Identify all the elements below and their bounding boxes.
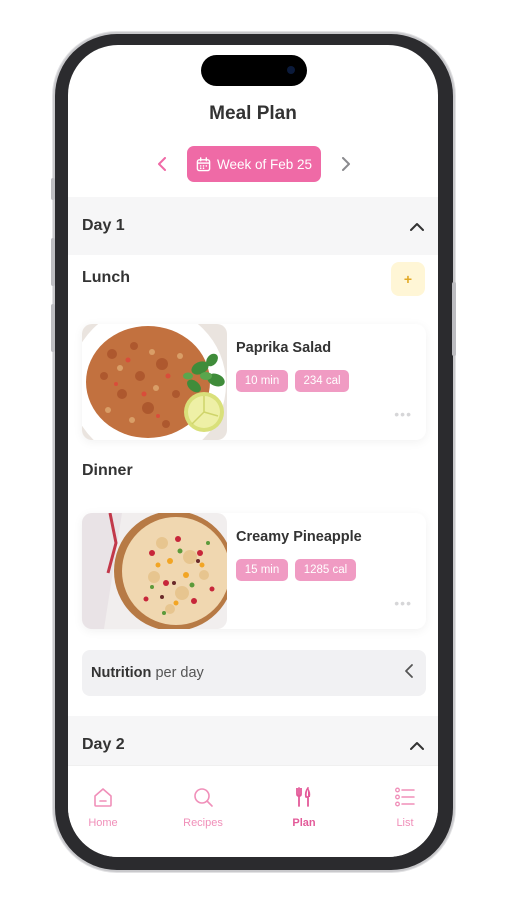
mute-switch <box>51 178 55 200</box>
previous-week-button[interactable] <box>152 154 172 174</box>
meal-type-dinner: Dinner <box>82 462 133 479</box>
meal-name: Paprika Salad <box>236 340 332 356</box>
list-icon <box>395 787 415 807</box>
home-icon <box>94 788 112 807</box>
tab-label: List <box>396 817 414 829</box>
tab-label: Home <box>88 817 118 829</box>
utensils-icon <box>296 787 311 807</box>
app-screen: Meal Plan Week of Feb 25 Day 1 Lunch + P… <box>68 45 438 857</box>
day-title: Day 1 <box>82 217 125 234</box>
meal-image <box>82 324 227 440</box>
chevron-up-icon[interactable] <box>410 222 424 231</box>
chevron-left-icon <box>405 664 413 678</box>
day-title: Day 2 <box>82 736 125 753</box>
add-lunch-button[interactable]: + <box>391 262 425 296</box>
next-week-button[interactable] <box>336 154 356 174</box>
prep-time-badge: 10 min <box>236 370 288 392</box>
week-label: Week of Feb 25 <box>216 156 313 172</box>
calendar-icon <box>196 156 211 171</box>
tab-home[interactable]: Home <box>68 786 138 829</box>
tab-recipes[interactable]: Recipes <box>168 786 238 829</box>
search-icon <box>194 788 213 807</box>
tab-label: Recipes <box>183 817 223 829</box>
chevron-up-icon[interactable] <box>410 741 424 750</box>
meal-name: Creamy Pineapple <box>236 529 362 545</box>
volume-up-button <box>51 238 55 286</box>
bottom-tab-bar: Home Recipes Plan List <box>68 765 438 857</box>
page-title: Meal Plan <box>209 103 297 124</box>
prep-time-badge: 15 min <box>236 559 288 581</box>
more-options-button[interactable]: ••• <box>394 595 412 611</box>
calorie-badge: 234 cal <box>295 370 349 392</box>
nutrition-label: Nutrition per day <box>91 665 204 681</box>
day-1-header[interactable]: Day 1 <box>68 197 438 255</box>
nutrition-per-day-toggle[interactable]: Nutrition per day <box>82 650 426 696</box>
volume-down-button <box>51 304 55 352</box>
calorie-badge: 1285 cal <box>295 559 356 581</box>
more-options-button[interactable]: ••• <box>394 406 412 422</box>
nutrition-label-suffix: per day <box>155 665 204 681</box>
nutrition-label-bold: Nutrition <box>91 665 152 681</box>
tab-label: Plan <box>292 817 316 829</box>
power-button <box>452 282 456 356</box>
dynamic-island <box>201 55 307 86</box>
meal-type-lunch: Lunch <box>82 269 130 286</box>
tab-plan[interactable]: Plan <box>269 786 339 829</box>
meal-card-dinner[interactable]: Creamy Pineapple 15 min 1285 cal ••• <box>82 513 426 629</box>
chevron-left-icon <box>158 157 166 171</box>
week-picker-button[interactable]: Week of Feb 25 <box>187 146 321 182</box>
meal-card-lunch[interactable]: Paprika Salad 10 min 234 cal ••• <box>82 324 426 440</box>
tab-list[interactable]: List <box>370 786 438 829</box>
chevron-right-icon <box>342 157 350 171</box>
meal-image <box>82 513 227 629</box>
week-selector: Week of Feb 25 <box>68 146 438 182</box>
